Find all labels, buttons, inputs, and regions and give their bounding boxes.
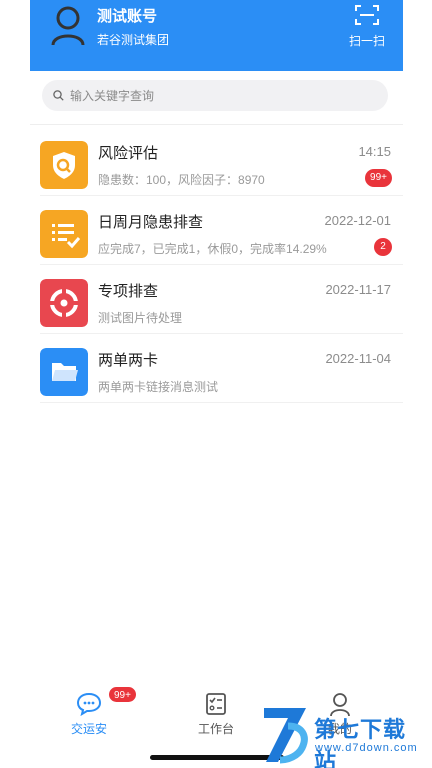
organization-name: 若谷测试集团: [97, 33, 170, 47]
list-item-hazard-check[interactable]: 日周月隐患排查 应完成7，已完成1，休假0，完成率14.29% 2022-12-…: [40, 196, 403, 265]
tab-jiaoyunan[interactable]: 交运安 99+: [49, 686, 137, 737]
message-list: 风险评估 隐患数：100，风险因子：8970 14:15 99+ 日周月隐患排查…: [30, 127, 403, 403]
item-time: 2022-12-01: [324, 213, 392, 228]
scan-button[interactable]: 扫一扫: [347, 4, 387, 48]
watermark-name: 第七下载站: [314, 717, 407, 768]
avatar-icon[interactable]: [50, 5, 86, 45]
item-time: 2022-11-04: [325, 351, 391, 366]
account-header: 测试账号 若谷测试集团 扫一扫: [30, 0, 403, 71]
tab-unread-badge: 99+: [108, 686, 137, 703]
tab-workbench[interactable]: 工作台: [176, 692, 256, 737]
list-item-two-lists-two-cards[interactable]: 两单两卡 两单两卡链接消息测试 2022-11-04: [40, 334, 403, 403]
target-icon: [40, 279, 88, 327]
item-subtitle: 隐患数：100，风险因子：8970: [98, 173, 265, 187]
unread-badge: 2: [374, 238, 392, 256]
item-time: 2022-11-17: [325, 282, 391, 297]
item-title: 风险评估: [98, 145, 159, 162]
tab-label: 交运安: [70, 722, 107, 736]
item-title: 专项排查: [98, 283, 159, 300]
search-icon: [53, 90, 64, 101]
item-subtitle: 测试图片待处理: [98, 311, 183, 325]
divider: [30, 124, 403, 125]
item-subtitle: 应完成7，已完成1，休假0，完成率14.29%: [98, 242, 327, 256]
checklist-icon: [40, 210, 88, 258]
list-item-special-check[interactable]: 专项排查 测试图片待处理 2022-11-17: [40, 265, 403, 334]
watermark-url: www.d7down.com: [315, 742, 418, 754]
item-subtitle: 两单两卡链接消息测试: [98, 380, 219, 394]
scan-icon: [355, 5, 379, 25]
list-item-risk-assessment[interactable]: 风险评估 隐患数：100，风险因子：8970 14:15 99+: [40, 127, 403, 196]
account-name: 测试账号: [97, 8, 158, 25]
d7-logo-icon: [264, 708, 308, 764]
shield-search-icon: [40, 141, 88, 189]
item-title: 两单两卡: [98, 352, 159, 369]
tab-label: 工作台: [197, 722, 234, 736]
folder-icon: [40, 348, 88, 396]
item-title: 日周月隐患排查: [98, 214, 204, 231]
search-bar[interactable]: [42, 80, 388, 111]
app-screen: 测试账号 若谷测试集团 扫一扫 风险评估 隐患数：100，风险因子: [30, 0, 403, 768]
item-time: 14:15: [358, 144, 391, 159]
search-input[interactable]: [70, 80, 370, 111]
scan-label: 扫一扫: [348, 34, 385, 48]
clipboard-icon: [206, 693, 226, 715]
unread-badge: 99+: [365, 169, 392, 187]
chat-icon: [76, 692, 102, 716]
watermark-logo: 第七下载站 www.d7down.com: [258, 704, 428, 768]
